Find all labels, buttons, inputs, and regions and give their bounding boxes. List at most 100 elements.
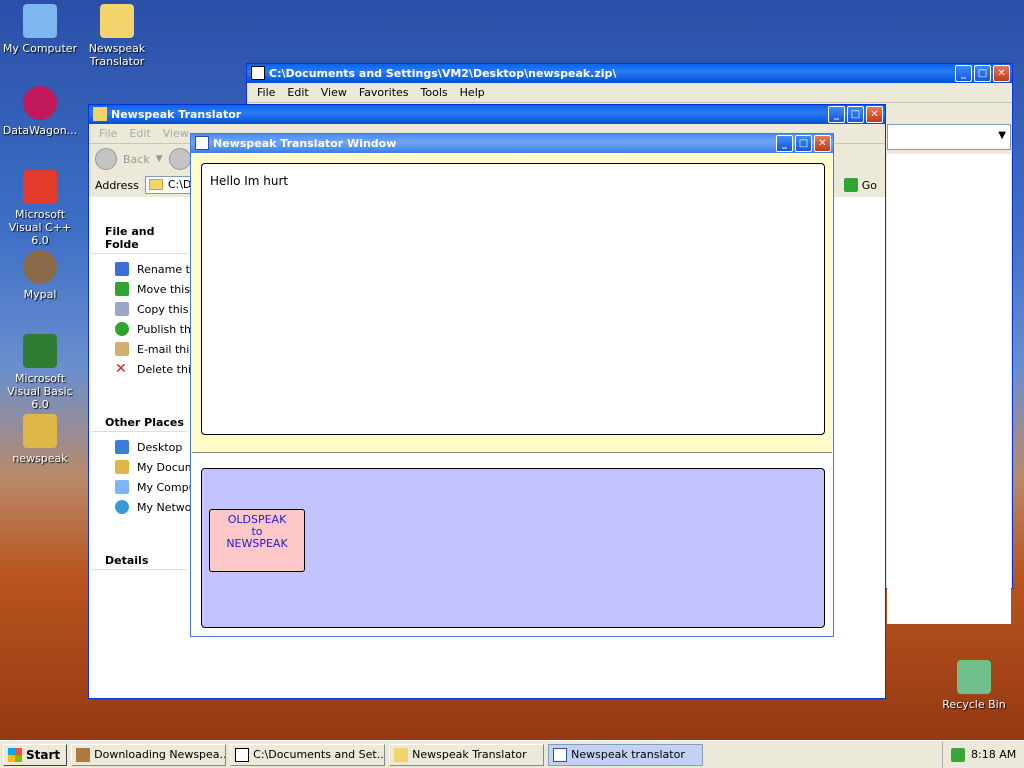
delete-icon: ✕ <box>115 361 127 377</box>
folder-icon <box>148 179 163 190</box>
place-label: My Networ <box>137 501 191 514</box>
desktop-icon-recycle-bin[interactable]: Recycle Bin <box>934 660 1014 711</box>
menu-edit[interactable]: Edit <box>281 86 314 99</box>
translator-title: Newspeak Translator Window <box>213 137 397 150</box>
chevron-down-icon[interactable]: ▼ <box>156 154 163 164</box>
back-button[interactable]: Back <box>123 153 150 166</box>
task-pane: File and Folde Rename th Move this f Cop… <box>91 197 191 692</box>
taskbar-item-explorer[interactable]: Newspeak Translator <box>389 743 545 766</box>
desktop-icon-newspeak-translator[interactable]: Newspeak Translator <box>77 4 157 68</box>
zip-menubar: File Edit View Favorites Tools Help <box>247 83 1012 103</box>
close-button[interactable]: ✕ <box>866 106 883 123</box>
desktop-icon-visual-cpp[interactable]: Microsoft Visual C++ 6.0 <box>0 170 80 247</box>
translator-window: Newspeak Translator Window _ □ ✕ Hello I… <box>190 133 834 637</box>
menu-file[interactable]: File <box>93 127 123 140</box>
task-label: Delete this <box>137 363 191 376</box>
zip-window-title: C:\Documents and Settings\VM2\Desktop\ne… <box>269 67 617 80</box>
desktop-icon-my-computer[interactable]: My Computer <box>0 4 80 55</box>
taskbar-item-label: Newspeak Translator <box>412 747 527 761</box>
visual-cpp-icon <box>23 170 57 204</box>
zip-address-dropdown[interactable]: ▼ <box>887 124 1011 150</box>
desktop-icon-label: My Computer <box>2 42 78 55</box>
taskbar-item-downloading[interactable]: Downloading Newspea... <box>71 743 227 766</box>
clock[interactable]: 8:18 AM <box>971 748 1016 761</box>
folder-icon <box>394 747 409 762</box>
go-label: Go <box>861 178 877 192</box>
desktop-icon-mypal[interactable]: Mypal <box>0 250 80 301</box>
place-desktop[interactable]: Desktop <box>91 438 191 458</box>
place-my-documents[interactable]: My Docume <box>91 458 191 478</box>
taskbar-item-translator[interactable]: Newspeak translator <box>548 743 704 766</box>
back-arrow-icon[interactable] <box>95 148 117 170</box>
close-button[interactable]: ✕ <box>814 135 831 152</box>
go-button[interactable]: Go <box>843 178 877 192</box>
maximize-button[interactable]: □ <box>847 106 864 123</box>
menu-file[interactable]: File <box>251 86 281 99</box>
copy-icon <box>115 302 129 316</box>
rename-icon <box>115 262 129 276</box>
chevron-down-icon: ▼ <box>998 130 1006 141</box>
menu-edit[interactable]: Edit <box>123 127 156 140</box>
task-label: Move this f <box>137 283 191 296</box>
translator-titlebar[interactable]: Newspeak Translator Window _ □ ✕ <box>191 134 833 153</box>
taskbar-item-label: Downloading Newspea... <box>94 747 227 761</box>
minimize-button[interactable]: _ <box>828 106 845 123</box>
maximize-button[interactable]: □ <box>974 65 991 82</box>
publish-icon <box>115 322 129 336</box>
start-label: Start <box>26 747 61 762</box>
desktop-icon-datawagon[interactable]: DataWagon... <box>0 86 80 137</box>
place-my-network[interactable]: My Networ <box>91 498 191 518</box>
task-move[interactable]: Move this f <box>91 280 191 300</box>
menu-help[interactable]: Help <box>454 86 491 99</box>
control-area: OLDSPEAK to NEWSPEAK <box>192 452 832 632</box>
task-publish[interactable]: Publish this <box>91 320 191 340</box>
my-computer-icon <box>23 4 57 38</box>
place-label: Desktop <box>137 441 183 454</box>
my-computer-icon <box>115 480 129 494</box>
place-my-computer[interactable]: My Compu <box>91 478 191 498</box>
recycle-bin-icon <box>957 660 991 694</box>
desktop-icon-newspeak-zip[interactable]: newspeak <box>0 414 80 465</box>
start-button[interactable]: Start <box>3 743 68 766</box>
control-panel: OLDSPEAK to NEWSPEAK <box>201 468 825 628</box>
file-tasks-header[interactable]: File and Folde <box>91 219 187 254</box>
zip-window-titlebar[interactable]: C:\Documents and Settings\VM2\Desktop\ne… <box>247 64 1012 83</box>
desktop-icon-label: DataWagon... <box>2 124 78 137</box>
desktop-icon-label: Microsoft Visual Basic 6.0 <box>7 372 73 411</box>
menu-view[interactable]: View <box>315 86 353 99</box>
download-icon <box>76 747 91 762</box>
move-icon <box>115 282 129 296</box>
folder-icon <box>100 4 134 38</box>
taskbar-item-label: C:\Documents and Set... <box>253 747 386 761</box>
task-rename[interactable]: Rename th <box>91 260 191 280</box>
minimize-button[interactable]: _ <box>955 65 972 82</box>
task-label: Rename th <box>137 263 191 276</box>
visual-basic-icon <box>23 334 57 368</box>
button-line: NEWSPEAK <box>226 537 288 550</box>
task-delete[interactable]: ✕ Delete this <box>91 360 191 380</box>
desktop-icon-label: Mypal <box>23 288 57 301</box>
place-label: My Compu <box>137 481 191 494</box>
go-arrow-icon <box>843 178 858 192</box>
task-email[interactable]: E-mail this <box>91 340 191 360</box>
maximize-button[interactable]: □ <box>795 135 812 152</box>
other-places-header[interactable]: Other Places <box>91 410 187 432</box>
forward-arrow-icon[interactable] <box>168 148 191 170</box>
explorer-titlebar[interactable]: Newspeak Translator _ □ ✕ <box>89 105 885 124</box>
oldspeak-text-input[interactable]: Hello Im hurt <box>201 163 825 435</box>
oldspeak-to-newspeak-button[interactable]: OLDSPEAK to NEWSPEAK <box>209 509 305 572</box>
desktop-icon-label: newspeak <box>12 452 68 465</box>
details-header[interactable]: Details <box>91 548 187 570</box>
zip-folder-icon <box>23 414 57 448</box>
taskbar: Start Downloading Newspea... C:\Document… <box>0 740 1024 768</box>
minimize-button[interactable]: _ <box>776 135 793 152</box>
menu-tools[interactable]: Tools <box>415 86 454 99</box>
desktop-icon-visual-basic[interactable]: Microsoft Visual Basic 6.0 <box>0 334 80 411</box>
network-tray-icon[interactable] <box>951 747 965 762</box>
desktop-icon-label: Newspeak Translator <box>88 42 146 68</box>
taskbar-item-zip[interactable]: C:\Documents and Set... <box>230 743 386 766</box>
menu-favorites[interactable]: Favorites <box>353 86 415 99</box>
task-copy[interactable]: Copy this f <box>91 300 191 320</box>
close-button[interactable]: ✕ <box>993 65 1010 82</box>
app-icon <box>553 747 568 762</box>
